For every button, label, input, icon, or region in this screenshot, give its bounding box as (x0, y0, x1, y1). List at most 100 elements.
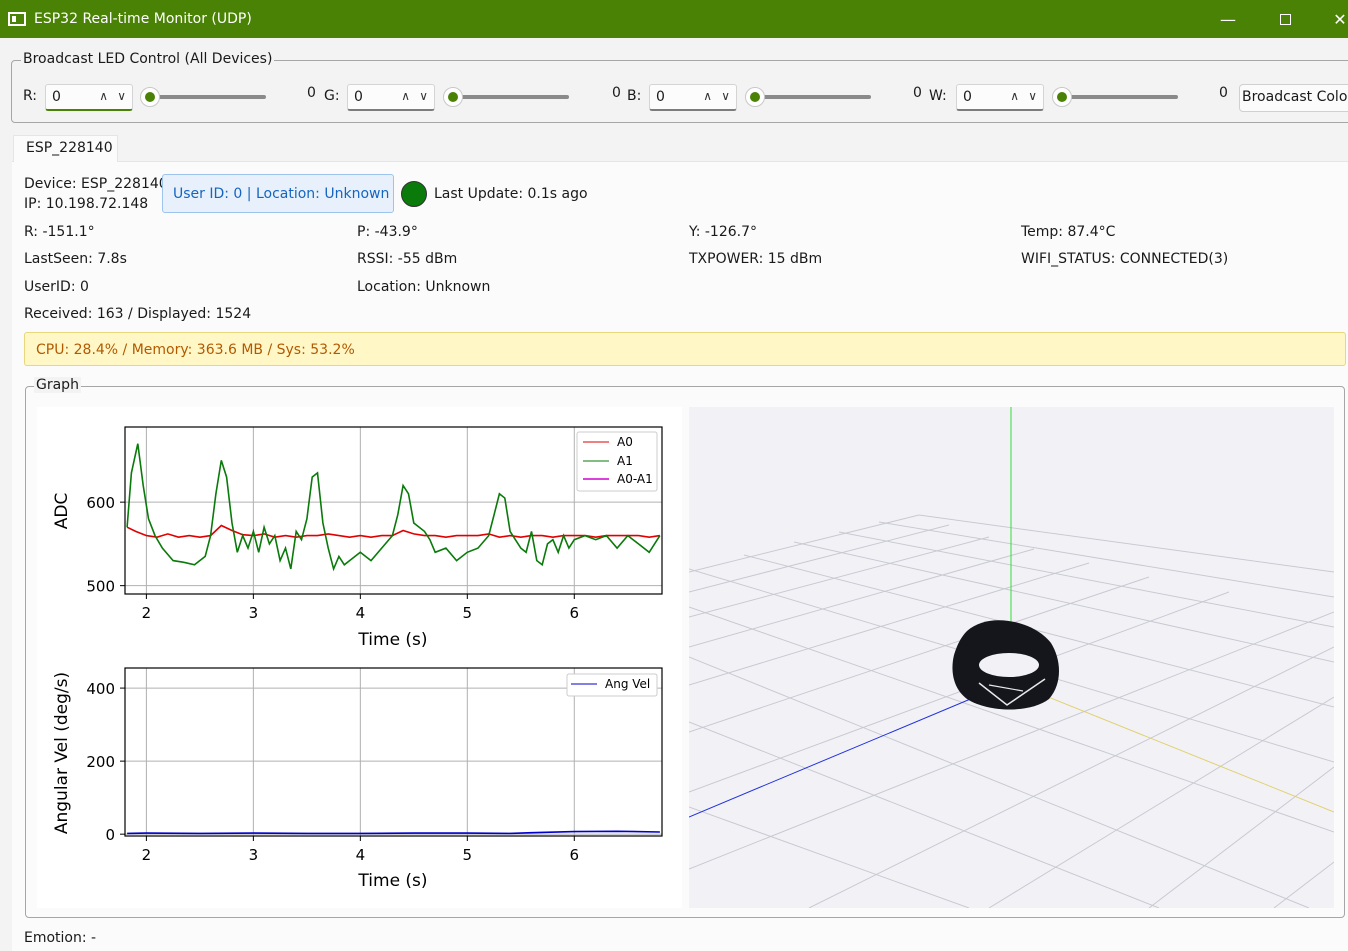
lastseen-value: LastSeen: 7.8s (24, 251, 127, 267)
spin-down-icon[interactable]: ∨ (419, 89, 428, 103)
spin-down-icon[interactable]: ∨ (117, 89, 126, 103)
w-label: W: (929, 88, 947, 104)
3d-orientation-view[interactable] (689, 407, 1334, 908)
spin-down-icon[interactable]: ∨ (721, 89, 730, 103)
txpower-value: TXPOWER: 15 dBm (689, 251, 823, 267)
3d-scene-svg (689, 407, 1334, 908)
location-value: Location: Unknown (357, 279, 491, 295)
g-slider-value: 0 (612, 85, 621, 101)
close-button[interactable]: ✕ (1312, 0, 1348, 38)
graph-title: Graph (34, 377, 81, 393)
received-displayed: Received: 163 / Displayed: 1524 (24, 306, 252, 322)
legend-a1: A1 (617, 454, 633, 468)
app-window-icon (8, 12, 26, 26)
b-spinbox[interactable]: ∧ ∨ (649, 84, 737, 111)
window-title: ESP32 Real-time Monitor (UDP) (34, 11, 252, 27)
rssi-value: RSSI: -55 dBm (357, 251, 458, 267)
b-slider-value: 0 (913, 85, 922, 101)
g-spinbox[interactable]: ∧ ∨ (347, 84, 435, 111)
r-slider-value: 0 (307, 85, 316, 101)
device-ip: IP: 10.198.72.148 (24, 196, 149, 212)
spin-down-icon[interactable]: ∨ (1028, 89, 1037, 103)
angvel-xlabel: Time (s) (357, 871, 427, 891)
slider-thumb[interactable] (1052, 87, 1072, 107)
angvel-xtick-label: 6 (570, 846, 580, 864)
connection-status-indicator (401, 181, 427, 207)
plot-area: 2 3 4 5 6 500 600 Time (s) ADC A0 A1 A0-A1 2 3 4… (37, 407, 682, 908)
tab-esp-228140[interactable]: ESP_228140 (13, 135, 118, 162)
plots-svg: 2 3 4 5 6 500 600 Time (s) ADC A0 A1 A0-A1 2 3 4… (52, 426, 663, 891)
wifi-status-value: WIFI_STATUS: CONNECTED(3) (1021, 251, 1229, 267)
adc-xtick-label: 6 (570, 604, 580, 622)
spin-up-icon[interactable]: ∧ (99, 89, 108, 103)
slider-thumb[interactable] (443, 87, 463, 107)
temp-value: Temp: 87.4°C (1021, 224, 1116, 240)
angvel-series-lines (127, 830, 660, 835)
slider-thumb[interactable] (745, 87, 765, 107)
angvel-ytick-label: 400 (86, 680, 115, 698)
minimize-icon: — (1220, 9, 1236, 29)
spin-up-icon[interactable]: ∧ (703, 89, 712, 103)
angvel-xtick-label: 4 (356, 846, 366, 864)
emotion-label: Emotion: - (24, 930, 97, 946)
roll-value: R: -151.1° (24, 224, 95, 240)
last-update: Last Update: 0.1s ago (434, 186, 588, 202)
angvel-xtick-label: 2 (142, 846, 152, 864)
spin-up-icon[interactable]: ∧ (401, 89, 410, 103)
adc-xtick-label: 4 (356, 604, 366, 622)
slider-track (753, 95, 871, 99)
b-label: B: (627, 88, 642, 104)
b-slider[interactable] (745, 87, 871, 107)
b-input[interactable] (656, 89, 696, 105)
userid-value: UserID: 0 (24, 279, 89, 295)
w-slider-value: 0 (1219, 85, 1228, 101)
user-location-badge: User ID: 0 | Location: Unknown (162, 174, 394, 213)
performance-bar: CPU: 28.4% / Memory: 363.6 MB / Sys: 53.… (24, 332, 1346, 366)
angvel-ytick-label: 0 (105, 826, 115, 844)
device-model (952, 620, 1059, 710)
slider-track (1060, 95, 1178, 99)
adc-xlabel: Time (s) (357, 630, 427, 650)
adc-xtick-label: 5 (463, 604, 473, 622)
3d-z-axis (689, 681, 1012, 818)
r-label: R: (23, 88, 38, 104)
w-spinbox[interactable]: ∧ ∨ (956, 84, 1044, 111)
adc-ylabel: ADC (52, 493, 72, 530)
adc-ticks: 2 3 4 5 6 500 600 (86, 494, 579, 622)
legend-a0: A0 (617, 435, 633, 449)
angvel-ylabel: Angular Vel (deg/s) (52, 672, 72, 834)
legend-angvel: Ang Vel (605, 677, 650, 691)
r-slider[interactable] (140, 87, 266, 107)
close-icon: ✕ (1333, 9, 1347, 29)
slider-track (148, 95, 266, 99)
w-input[interactable] (963, 89, 1003, 105)
maximize-button[interactable] (1257, 0, 1313, 38)
angvel-series-ang-vel (127, 830, 660, 835)
w-slider[interactable] (1052, 87, 1178, 107)
led-control-title: Broadcast LED Control (All Devices) (21, 51, 275, 67)
adc-xtick-label: 3 (249, 604, 259, 622)
adc-xtick-label: 2 (142, 604, 152, 622)
adc-legend: A0 A1 A0-A1 (576, 431, 658, 492)
spin-up-icon[interactable]: ∧ (1010, 89, 1019, 103)
g-label: G: (324, 88, 340, 104)
pitch-value: P: -43.9° (357, 224, 418, 240)
g-slider[interactable] (443, 87, 569, 107)
adc-ytick-label: 600 (86, 494, 115, 512)
angvel-xtick-label: 5 (463, 846, 473, 864)
r-spinbox[interactable]: ∧ ∨ (45, 84, 133, 111)
r-input[interactable] (52, 89, 92, 105)
minimize-button[interactable]: — (1200, 0, 1256, 38)
angvel-legend: Ang Vel (566, 673, 658, 697)
legend-a0-a1: A0-A1 (617, 472, 653, 486)
device-name: Device: ESP_228140 (24, 176, 168, 192)
broadcast-color-button[interactable]: Broadcast Color (1239, 84, 1348, 112)
angvel-ytick-label: 200 (86, 753, 115, 771)
maximize-icon (1279, 13, 1291, 25)
title-bar: ESP32 Real-time Monitor (UDP) — ✕ (0, 0, 1348, 38)
slider-thumb[interactable] (140, 87, 160, 107)
g-input[interactable] (354, 89, 394, 105)
adc-ytick-label: 500 (86, 578, 115, 596)
angvel-xtick-label: 3 (249, 846, 259, 864)
yaw-value: Y: -126.7° (689, 224, 757, 240)
